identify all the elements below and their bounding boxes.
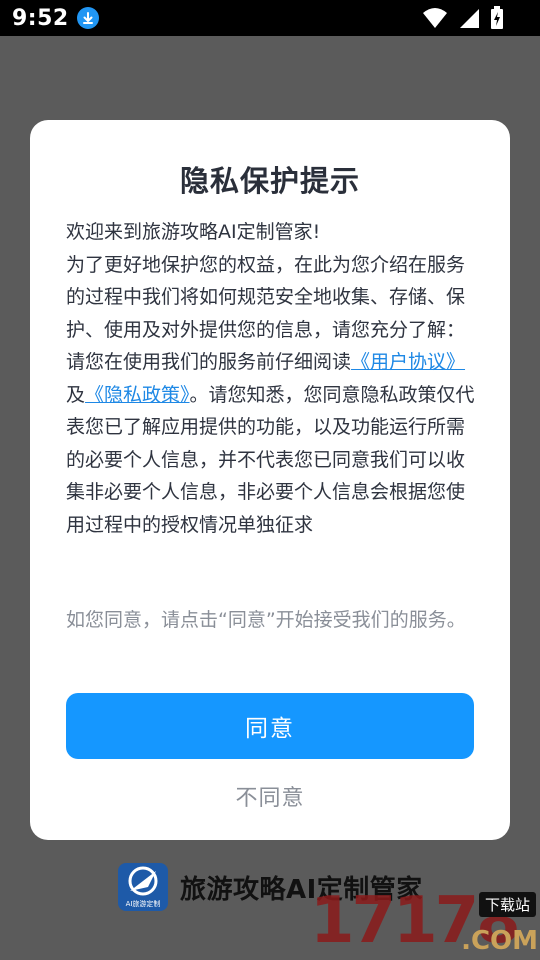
battery-icon — [491, 6, 503, 29]
app-logo-text: AI旅游定制 — [125, 900, 161, 908]
user-agreement-link[interactable]: 《用户协议》 — [351, 351, 465, 373]
watermark-domain: .COM — [461, 926, 538, 956]
watermark-tag: 下载站 — [478, 892, 536, 917]
status-time: 9:52 — [12, 5, 69, 31]
app-logo-icon: AI旅游定制 — [118, 863, 168, 911]
status-bar: 9:52 — [0, 0, 540, 36]
download-icon — [76, 7, 99, 29]
policy-text: 请您在使用我们的服务前仔细阅读《用户协议》及《隐私政策》。请您知悉，您同意隐私政… — [66, 346, 476, 541]
agree-button[interactable]: 同意 — [66, 693, 474, 759]
intro-text: 为了更好地保护您的权益，在此为您介绍在服务的过程中我们将如何规范安全地收集、存储… — [66, 253, 466, 341]
dialog-body[interactable]: 欢迎来到旅游攻略AI定制管家! 为了更好地保护您的权益，在此为您介绍在服务的过程… — [66, 216, 476, 586]
welcome-text: 欢迎来到旅游攻略AI定制管家! — [66, 221, 321, 243]
policy-text-before: 请您在使用我们的服务前仔细阅读 — [66, 351, 352, 373]
policy-text-after: 。请您知悉，您同意隐私政策仅代表您已了解应用提供的功能，以及功能运行所需的必要个… — [66, 383, 475, 536]
status-icons — [422, 6, 504, 30]
privacy-policy-link[interactable]: 《隐私政策》 — [85, 384, 190, 406]
signal-icon — [460, 9, 479, 28]
wifi-icon — [423, 8, 447, 28]
consent-note: 如您同意，请点击“同意”开始接受我们的服务。 — [66, 609, 466, 631]
site-watermark: 17178 下载站 .COM — [310, 884, 540, 960]
disagree-button[interactable]: 不同意 — [30, 780, 510, 812]
privacy-dialog: 隐私保护提示 欢迎来到旅游攻略AI定制管家! 为了更好地保护您的权益，在此为您介… — [30, 120, 510, 840]
policy-text-and: 及 — [66, 383, 86, 406]
dialog-title: 隐私保护提示 — [179, 164, 360, 198]
